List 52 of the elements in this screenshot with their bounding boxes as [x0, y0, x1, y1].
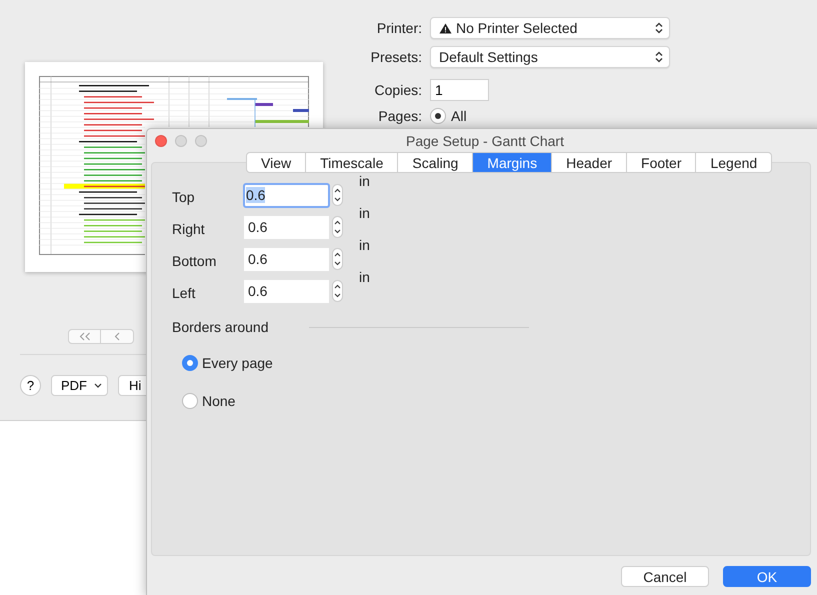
all-pages-radio[interactable] — [430, 108, 446, 124]
margin-label: Top — [172, 188, 196, 205]
tab[interactable]: View — [246, 152, 306, 173]
presets-label: Presets: — [370, 49, 422, 65]
updown-chevron-icon — [655, 51, 663, 63]
warning-icon — [439, 22, 452, 34]
help-button[interactable]: ? — [20, 375, 41, 396]
all-pages-label: All — [451, 108, 467, 124]
tab[interactable]: Header — [552, 152, 628, 173]
borders-label: Borders around — [172, 319, 269, 335]
updown-chevron-icon — [655, 22, 663, 34]
stepper-icon[interactable] — [332, 184, 343, 206]
double-chevron-left-icon — [78, 332, 90, 341]
first-page-button[interactable] — [68, 329, 101, 344]
border-radio[interactable] — [182, 355, 198, 371]
presets-value: Default Settings — [439, 49, 539, 65]
tab[interactable]: Scaling — [398, 152, 474, 173]
chevron-down-icon — [94, 383, 102, 388]
margin-label: Right — [172, 220, 206, 237]
unit-label: in — [359, 205, 371, 221]
unit-label: in — [359, 173, 371, 189]
margin-field[interactable]: 0.6 — [244, 248, 329, 270]
tab[interactable]: Legend — [696, 152, 772, 173]
presets-popup[interactable]: Default Settings — [430, 46, 670, 68]
margin-field[interactable]: 0.6 — [244, 216, 329, 238]
unit-label: in — [359, 237, 371, 253]
copies-label: Copies: — [374, 82, 422, 98]
margin-field[interactable]: 0.6 — [244, 280, 329, 302]
unit-label: in — [359, 269, 371, 285]
tab[interactable]: Margins — [473, 152, 552, 173]
chevron-left-icon — [114, 332, 120, 341]
copies-field[interactable]: 1 — [430, 79, 489, 101]
tab[interactable]: Footer — [627, 152, 696, 173]
stepper-icon[interactable] — [332, 216, 343, 238]
stepper-icon[interactable] — [332, 280, 343, 302]
tab[interactable]: Timescale — [306, 152, 398, 173]
radio-label: Every page — [202, 355, 273, 371]
printer-popup[interactable]: No Printer Selected — [430, 17, 670, 39]
margin-field[interactable]: 0.6 — [243, 182, 330, 208]
window-title: Page Setup - Gantt Chart — [405, 132, 565, 148]
margin-label: Bottom — [172, 252, 218, 269]
printer-label: Printer: — [376, 20, 422, 36]
border-radio[interactable] — [182, 393, 198, 409]
close-button[interactable] — [155, 134, 167, 146]
stepper-icon[interactable] — [332, 248, 343, 270]
margin-label: Left — [172, 284, 196, 301]
radio-label: None — [202, 393, 236, 409]
pdf-menu-button[interactable]: PDF — [51, 375, 108, 396]
ok-button[interactable]: OK — [723, 566, 811, 587]
printer-value: No Printer Selected — [456, 20, 578, 36]
cancel-button[interactable]: Cancel — [621, 566, 709, 587]
pages-label: Pages: — [377, 108, 422, 124]
